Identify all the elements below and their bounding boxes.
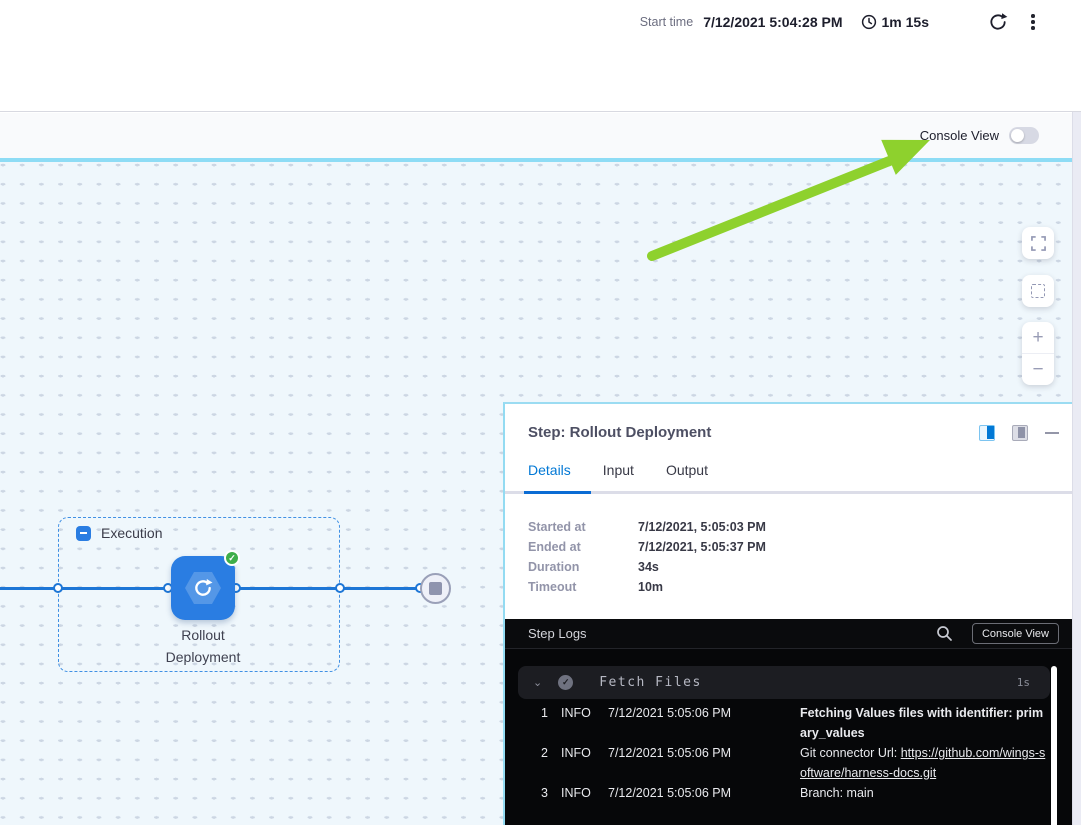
log-message: Git connector Url: https://github.com/wi… <box>800 743 1050 783</box>
log-scrollbar-thumb[interactable] <box>1051 666 1057 825</box>
execution-meta: Start time 7/12/2021 5:04:28 PM 1m 15s <box>640 8 1041 36</box>
detail-label: Ended at <box>528 540 638 554</box>
panel-title: Step: Rollout Deployment <box>528 424 711 441</box>
log-level: INFO <box>561 703 608 743</box>
detail-value: 10m <box>638 580 663 594</box>
fit-selection-icon <box>1031 284 1045 298</box>
log-entry: 1 INFO7/12/2021 5:05:06 PMFetching Values… <box>505 703 1072 743</box>
expand-icon <box>1031 236 1046 251</box>
log-group-header[interactable]: ⌄ ✓ Fetch Files 1s <box>518 666 1050 699</box>
detail-value: 7/12/2021, 5:05:03 PM <box>638 520 766 534</box>
log-timestamp: 7/12/2021 5:05:06 PM <box>608 743 800 783</box>
log-group-name: Fetch Files <box>599 675 1017 690</box>
detail-row: Duration34s <box>528 557 766 577</box>
pipeline-execution-screen: Start time 7/12/2021 5:04:28 PM 1m 15s C… <box>0 0 1081 825</box>
fit-selection-button[interactable] <box>1022 275 1054 307</box>
zoom-out-button[interactable]: − <box>1022 354 1054 385</box>
minimize-panel-icon[interactable] <box>1045 432 1059 434</box>
detail-value: 7/12/2021, 5:05:37 PM <box>638 540 766 554</box>
rollout-deployment-node[interactable] <box>171 556 235 620</box>
panel-tabs: Details Input Output <box>528 462 708 490</box>
log-rows: 1INFO7/12/2021 5:05:06 PMFetching Values… <box>505 703 1072 803</box>
elapsed-time: 1m 15s <box>861 14 929 30</box>
console-view-label: Console View <box>920 128 999 143</box>
execution-group-label: Execution <box>101 525 162 541</box>
detail-label: Started at <box>528 520 638 534</box>
rollout-refresh-icon <box>193 578 213 598</box>
tab-output[interactable]: Output <box>666 462 708 490</box>
connector-dot <box>335 583 345 593</box>
zoom-stack: + − <box>1022 322 1054 385</box>
tab-details[interactable]: Details <box>528 462 571 490</box>
search-icon <box>936 625 953 642</box>
details-list: Started at7/12/2021, 5:05:03 PMEnded at7… <box>528 517 766 597</box>
detail-value: 34s <box>638 560 659 574</box>
chevron-down-icon[interactable]: ⌄ <box>533 676 542 689</box>
log-timestamp: 7/12/2021 5:05:06 PM <box>608 703 800 743</box>
toggle-knob-icon <box>1011 129 1024 142</box>
detail-row: Timeout10m <box>528 577 766 597</box>
start-time-label: Start time <box>640 15 694 29</box>
start-time-value: 7/12/2021 5:04:28 PM <box>703 14 842 30</box>
log-line-number: 2 <box>505 743 548 783</box>
console-view-button[interactable]: Console View <box>972 623 1059 644</box>
step-details-panel: Step: Rollout Deployment Details Input Out… <box>503 402 1072 825</box>
kebab-icon <box>1031 14 1035 18</box>
active-tab-underline <box>524 491 591 494</box>
log-line-number: 3 <box>505 783 548 803</box>
more-options-button[interactable] <box>1025 11 1041 33</box>
log-message: Branch: main <box>800 783 1050 803</box>
log-group-duration: 1s <box>1017 676 1030 689</box>
top-header-bar: Start time 7/12/2021 5:04:28 PM 1m 15s <box>0 0 1081 112</box>
status-success-icon: ✓ <box>558 675 573 690</box>
detail-label: Duration <box>528 560 638 574</box>
log-entry: 2 INFO7/12/2021 5:05:06 PMGit connector U… <box>505 743 1072 783</box>
connector-dot <box>53 583 63 593</box>
detail-row: Ended at7/12/2021, 5:05:37 PM <box>528 537 766 557</box>
log-line-number: 1 <box>505 703 548 743</box>
node-label: Rollout Deployment <box>148 624 258 668</box>
refresh-button[interactable] <box>987 11 1009 33</box>
search-logs-button[interactable] <box>936 625 954 643</box>
step-logs-bar: Step Logs Console View <box>505 619 1072 648</box>
canvas-toolbar: Console View <box>0 113 1072 158</box>
split-view-bottom-icon[interactable] <box>1012 425 1028 441</box>
execution-group-header[interactable]: Execution <box>76 525 162 541</box>
log-level: INFO <box>561 783 608 803</box>
log-timestamp: 7/12/2021 5:05:06 PM <box>608 783 800 803</box>
collapse-minus-icon[interactable] <box>76 526 91 541</box>
stop-square-icon <box>429 582 442 595</box>
detail-label: Timeout <box>528 580 638 594</box>
expand-view-button[interactable] <box>1022 227 1054 259</box>
log-entry: 3 INFO7/12/2021 5:05:06 PMBranch: main <box>505 783 1072 803</box>
split-view-right-icon[interactable] <box>979 425 995 441</box>
log-level: INFO <box>561 743 608 783</box>
log-console[interactable]: ⌄ ✓ Fetch Files 1s 1INFO7/12/2021 5:05:0… <box>505 648 1072 825</box>
log-message: Fetching Values files with identifier: p… <box>800 703 1050 743</box>
refresh-icon <box>988 12 1008 32</box>
zoom-in-button[interactable]: + <box>1022 322 1054 354</box>
detail-row: Started at7/12/2021, 5:05:03 PM <box>528 517 766 537</box>
console-view-toggle[interactable] <box>1009 127 1039 144</box>
tab-input[interactable]: Input <box>603 462 634 490</box>
stop-end-node[interactable] <box>420 573 451 604</box>
success-check-icon: ✓ <box>224 550 240 566</box>
step-logs-title: Step Logs <box>528 626 936 641</box>
page-scrollbar-track[interactable] <box>1072 112 1081 825</box>
elapsed-value: 1m 15s <box>882 14 929 30</box>
clock-icon <box>861 14 877 30</box>
